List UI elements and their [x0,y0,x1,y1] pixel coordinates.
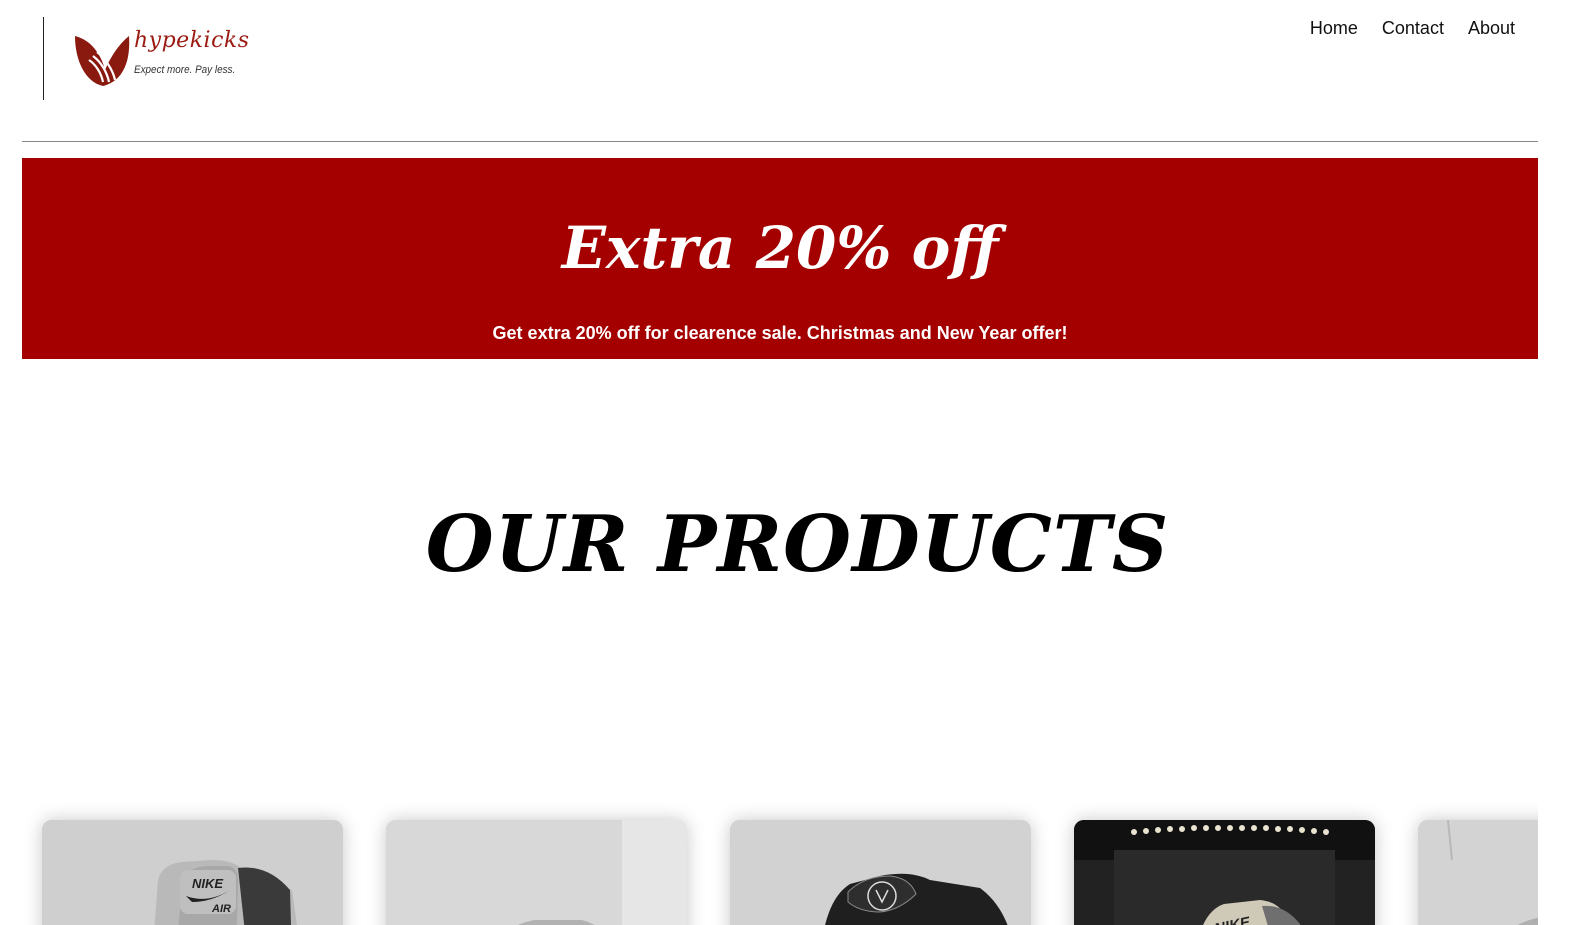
product-card[interactable] [730,820,1031,925]
logo-mark-icon [75,36,130,86]
logo-divider [43,17,44,100]
nav-home-link[interactable]: Home [1310,18,1358,38]
sneaker-photo-nike-grey-studio: NIKE [1074,820,1375,925]
promo-title: Extra 20% off [561,214,999,282]
svg-text:AIR: AIR [211,903,231,915]
promo-banner: Extra 20% off Get extra 20% off for clea… [22,158,1538,359]
sneaker-photo-partial [1418,820,1538,925]
product-card[interactable]: NIKE AIR [42,820,343,925]
brand-tagline: Expect more. Pay less. [134,64,236,76]
product-card[interactable] [386,820,687,925]
promo-subtitle: Get extra 20% off for clearence sale. Ch… [492,323,1068,343]
sneaker-photo-air-jordan-black [730,820,1031,925]
brand-logo[interactable]: hypekicks Expect more. Pay less. [71,28,251,92]
product-carousel: NIKE AIR [22,780,1538,925]
product-card[interactable] [1418,820,1538,925]
site-header: hypekicks Expect more. Pay less. Home Co… [0,0,1595,140]
header-divider [22,141,1538,142]
nav-contact-link[interactable]: Contact [1382,18,1444,38]
products-heading: OUR PRODUCTS [425,499,1170,590]
svg-text:NIKE: NIKE [192,876,223,891]
page: hypekicks Expect more. Pay less. Home Co… [0,0,1595,925]
product-card[interactable]: NIKE [1074,820,1375,925]
brand-name: hypekicks [134,28,250,53]
sneaker-photo-nike-air-grey: NIKE AIR [42,820,343,925]
sneaker-photo-grey-black [386,820,687,925]
nav-about-link[interactable]: About [1468,18,1515,38]
main-nav: Home Contact About [1310,18,1515,38]
